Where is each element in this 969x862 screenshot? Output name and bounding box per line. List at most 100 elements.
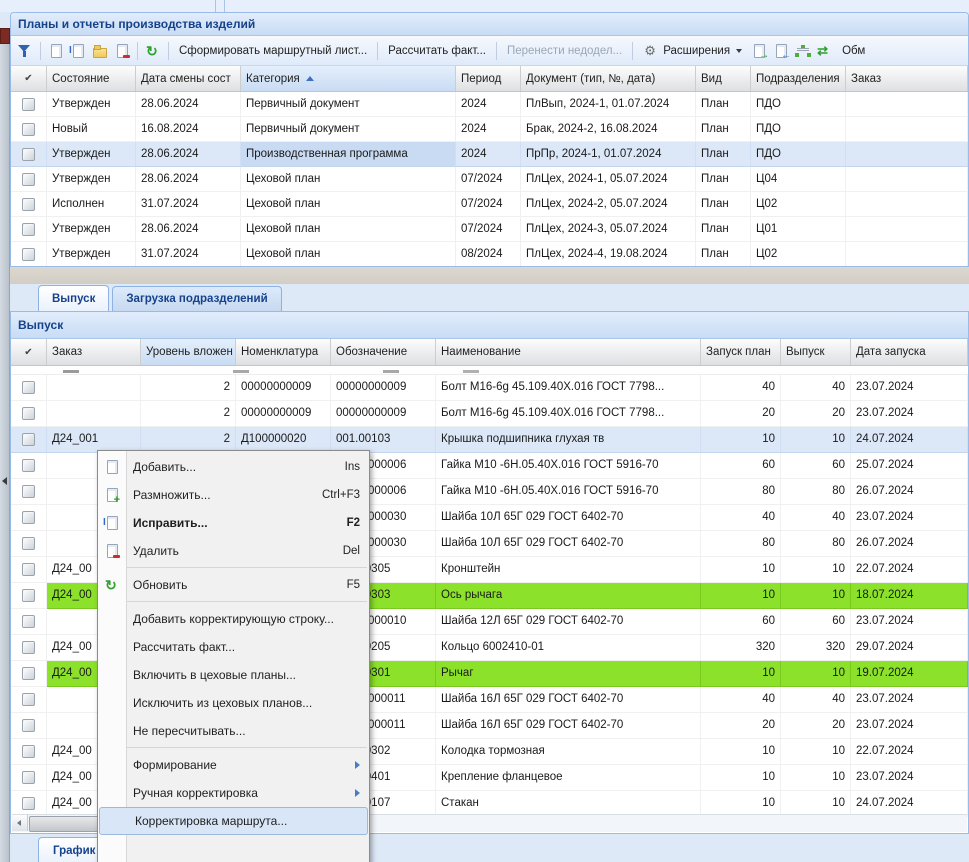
column-header[interactable]: Запуск план <box>701 339 781 365</box>
select-all-header[interactable]: ✔ <box>11 339 47 365</box>
column-header[interactable]: Период <box>456 66 521 91</box>
table-cell: Шайба 10Л 65Г 029 ГОСТ 6402-70 <box>436 505 701 531</box>
form-route-sheet-button[interactable]: Сформировать маршрутный лист... <box>173 43 373 59</box>
column-header-label: Подразделения <box>756 73 840 85</box>
column-header[interactable]: Вид <box>696 66 751 91</box>
row-checkbox[interactable] <box>22 98 35 111</box>
tab-vypusk[interactable]: Выпуск <box>38 285 109 311</box>
table-row[interactable]: 20000000000900000000009Болт М16-6g 45.10… <box>11 401 968 427</box>
open-folder-button[interactable] <box>89 41 111 61</box>
table-row[interactable]: Утвержден28.06.2024Цеховой план07/2024Пл… <box>11 217 968 242</box>
table-row[interactable]: Утвержден31.07.2024Цеховой план08/2024Пл… <box>11 242 968 267</box>
checkbox-cell <box>11 427 47 453</box>
column-header[interactable]: Дата запуска <box>851 339 968 365</box>
exchange-button[interactable] <box>814 41 836 61</box>
table-cell: 2 <box>141 401 236 427</box>
refresh-button[interactable] <box>142 41 164 61</box>
table-cell: 2024 <box>456 117 521 142</box>
menu-item-label: Формирование <box>133 758 347 772</box>
horizontal-splitter[interactable] <box>10 267 969 284</box>
menu-item-manual-correction[interactable]: Ручная корректировка <box>98 779 369 807</box>
row-checkbox[interactable] <box>22 745 35 758</box>
column-header[interactable]: Заказ <box>47 339 141 365</box>
menu-item-formation[interactable]: Формирование <box>98 751 369 779</box>
row-checkbox[interactable] <box>22 537 35 550</box>
column-header[interactable]: Дата смены сост <box>136 66 241 91</box>
menu-item-duplicate[interactable]: Размножить...Ctrl+F3 <box>98 481 369 509</box>
table-row[interactable]: Утвержден28.06.2024Цеховой план07/2024Пл… <box>11 167 968 192</box>
delete-document-button[interactable] <box>111 41 133 61</box>
column-header[interactable]: Наименование <box>436 339 701 365</box>
table-row[interactable]: Новый16.08.2024Первичный документ2024Бра… <box>11 117 968 142</box>
table-cell: 40 <box>781 687 851 713</box>
row-checkbox[interactable] <box>22 485 35 498</box>
column-header[interactable]: Обозначение <box>331 339 436 365</box>
row-checkbox[interactable] <box>22 198 35 211</box>
row-checkbox[interactable] <box>22 797 35 810</box>
column-header[interactable]: Выпуск <box>781 339 851 365</box>
extensions-button[interactable]: Расширения <box>637 41 748 61</box>
table-cell: 23.07.2024 <box>851 765 968 791</box>
column-header[interactable]: Подразделения <box>751 66 846 91</box>
filter-button[interactable] <box>14 41 36 61</box>
column-header[interactable]: Заказ <box>846 66 968 91</box>
row-checkbox[interactable] <box>22 433 35 446</box>
column-header[interactable]: Документ (тип, №, дата) <box>521 66 696 91</box>
plans-table-header: ✔СостояниеДата смены состКатегорияПериод… <box>11 66 968 92</box>
row-checkbox[interactable] <box>22 693 35 706</box>
menu-item-refresh[interactable]: ОбновитьF5 <box>98 571 369 599</box>
menu-item-add-correction-row[interactable]: Добавить корректирующую строку... <box>98 605 369 633</box>
row-checkbox[interactable] <box>22 771 35 784</box>
menu-item-route-correction[interactable]: Корректировка маршрута... <box>99 807 368 835</box>
table-cell: 40 <box>701 687 781 713</box>
add-document-button[interactable] <box>45 41 67 61</box>
row-checkbox[interactable] <box>22 148 35 161</box>
select-all-header[interactable]: ✔ <box>11 66 47 91</box>
collapse-left-icon[interactable] <box>2 477 7 485</box>
table-cell: 20 <box>781 713 851 739</box>
row-checkbox[interactable] <box>22 667 35 680</box>
row-checkbox[interactable] <box>22 407 35 420</box>
table-cell: 40 <box>701 375 781 401</box>
row-checkbox[interactable] <box>22 511 35 524</box>
checkbox-cell <box>11 531 47 557</box>
export-document-button[interactable] <box>748 41 770 61</box>
import-document-button[interactable] <box>770 41 792 61</box>
menu-item-add[interactable]: Добавить...Ins <box>98 453 369 481</box>
scroll-left-button[interactable] <box>12 815 28 831</box>
menu-item-calculate-fact[interactable]: Рассчитать факт... <box>98 633 369 661</box>
calculate-fact-button[interactable]: Рассчитать факт... <box>382 43 492 59</box>
menu-item-include-in-shop-plans[interactable]: Включить в цеховые планы... <box>98 661 369 689</box>
row-checkbox[interactable] <box>22 223 35 236</box>
row-checkbox[interactable] <box>22 173 35 186</box>
table-cell: Шайба 16Л 65Г 029 ГОСТ 6402-70 <box>436 687 701 713</box>
table-row[interactable]: 20000000000900000000009Болт М16-6g 45.10… <box>11 375 968 401</box>
row-checkbox[interactable] <box>22 381 35 394</box>
column-header[interactable]: Номенклатура <box>236 339 331 365</box>
table-row[interactable]: Утвержден28.06.2024Первичный документ202… <box>11 92 968 117</box>
exchange-button[interactable]: Обм <box>836 43 871 59</box>
tab-zagruzka-podrazdelenij[interactable]: Загрузка подразделений <box>112 286 281 311</box>
row-checkbox[interactable] <box>22 563 35 576</box>
row-checkbox[interactable] <box>22 719 35 732</box>
menu-item-do-not-recalculate[interactable]: Не пересчитывать... <box>98 717 369 745</box>
table-row[interactable]: Исполнен31.07.2024Цеховой план07/2024ПлЦ… <box>11 192 968 217</box>
row-checkbox[interactable] <box>22 589 35 602</box>
row-checkbox[interactable] <box>22 641 35 654</box>
menu-item-edit[interactable]: Исправить...F2 <box>98 509 369 537</box>
row-checkbox[interactable] <box>22 459 35 472</box>
collapsed-panel-strip[interactable] <box>0 28 10 862</box>
edit-document-button[interactable] <box>67 41 89 61</box>
menu-item-delete[interactable]: УдалитьDel <box>98 537 369 565</box>
table-row[interactable]: Утвержден28.06.2024Производственная прог… <box>11 142 968 167</box>
column-header[interactable]: Состояние <box>47 66 136 91</box>
column-header[interactable]: Категория <box>241 66 456 91</box>
org-chart-button[interactable] <box>792 41 814 61</box>
row-checkbox[interactable] <box>22 248 35 261</box>
menu-item-exclude-from-shop-plans[interactable]: Исключить из цеховых планов... <box>98 689 369 717</box>
table-cell: 10 <box>701 765 781 791</box>
row-checkbox[interactable] <box>22 615 35 628</box>
row-checkbox[interactable] <box>22 123 35 136</box>
checkbox-cell <box>11 117 47 142</box>
column-header[interactable]: Уровень вложен <box>141 339 236 365</box>
